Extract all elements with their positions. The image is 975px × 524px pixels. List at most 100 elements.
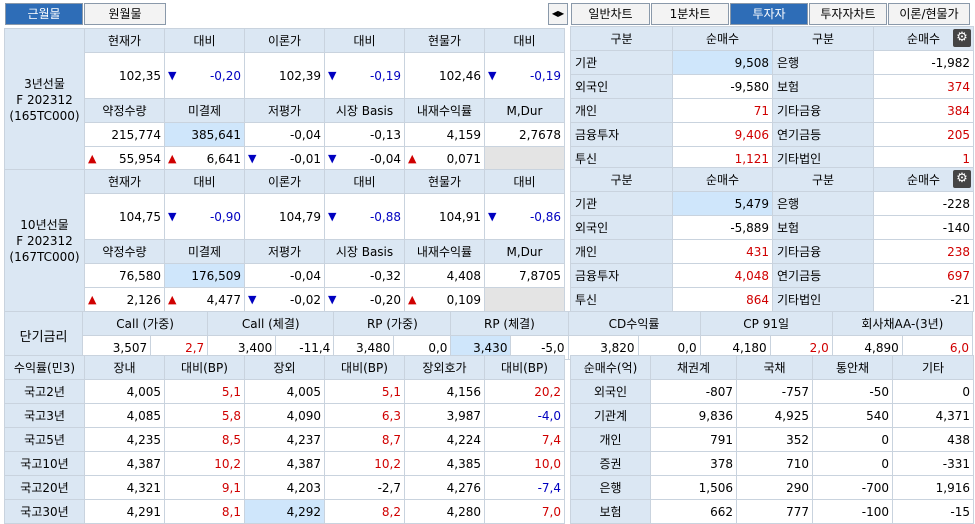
- table-cell: 국고2년: [4, 379, 85, 404]
- table-cell: -0,32: [324, 263, 405, 288]
- table-cell: RP (체결): [450, 311, 569, 336]
- table-cell: 4,090: [244, 403, 325, 428]
- table-cell: ▼ -0,20: [164, 52, 245, 99]
- tab-near-month[interactable]: 근월물: [5, 3, 83, 25]
- table-cell: -100: [812, 499, 893, 524]
- table-cell: 외국인: [570, 379, 651, 404]
- table-cell: 회사채AA-(3년): [831, 311, 974, 336]
- table-row[interactable]: 국고3년 4,085 5,8 4,090 6,3 3,987 -4,0: [4, 403, 565, 428]
- table-cell: 이론가: [244, 28, 325, 53]
- up-arrow-icon: ▲: [168, 151, 177, 165]
- table-cell: 4,291: [84, 499, 165, 524]
- table-row[interactable]: 국고10년 4,387 10,2 4,387 10,2 4,385 10,0: [4, 451, 565, 476]
- table-cell: 4,237: [244, 427, 325, 452]
- down-arrow-icon: ▼: [328, 292, 337, 306]
- table-cell: 금융투자: [570, 122, 673, 147]
- table-cell: CP 91일: [699, 311, 833, 336]
- table-row[interactable]: 국고2년 4,005 5,1 4,005 5,1 4,156 20,2: [4, 379, 565, 404]
- table-row[interactable]: 은행 1,506 290 -700 1,916: [570, 475, 974, 500]
- table-cell: 0: [812, 427, 893, 452]
- table-cell: -140: [873, 215, 974, 240]
- table-cell: 기타금융: [772, 239, 874, 264]
- table-cell: 대비: [324, 169, 405, 194]
- table-cell: ▲ 0,071: [404, 146, 485, 171]
- investor-table-10y: 구분 순매수 구분 순매수 ⚙ 기관 5,479 은행 -228 외국인 -5,889 보험 -1…: [570, 167, 974, 312]
- table-cell: 10,2: [324, 451, 405, 476]
- table-cell: 장외: [244, 355, 325, 380]
- yield-table: 수익률(민3) 장내 대비(BP) 장외 대비(BP) 장외호가 대비(BP) 국고2년 4,…: [4, 355, 565, 524]
- up-arrow-icon: ▲: [408, 292, 417, 306]
- down-arrow-icon: ▼: [168, 68, 177, 82]
- table-cell: 10,2: [164, 451, 245, 476]
- table-cell: 4,085: [84, 403, 165, 428]
- table-cell: 현물가: [404, 28, 485, 53]
- gear-icon[interactable]: ⚙: [953, 170, 971, 188]
- tab-1min-chart[interactable]: 1분차트: [651, 3, 729, 25]
- table-cell: 4,292: [244, 499, 325, 524]
- table-cell: 4,925: [736, 403, 813, 428]
- table-cell: -1,982: [873, 50, 974, 75]
- down-arrow-icon: ▼: [168, 209, 177, 223]
- table-cell: 국고30년: [4, 499, 85, 524]
- table-cell: 5,479: [672, 191, 773, 216]
- table-cell: 외국인: [570, 215, 673, 240]
- table-cell: -2,7: [324, 475, 405, 500]
- futures-10y-name: 10년선물 F 202312 (167TC000): [4, 169, 85, 312]
- table-row[interactable]: 국고30년 4,291 8,1 4,292 8,2 4,280 7,0: [4, 499, 565, 524]
- tab-theory-spot[interactable]: 이론/현물가: [888, 3, 970, 25]
- table-cell: 374: [873, 74, 974, 99]
- table-cell: 76,580: [84, 263, 165, 288]
- table-cell: 연기금등: [772, 122, 874, 147]
- table-cell: ▼ -0,86: [484, 193, 565, 240]
- table-cell: -0,13: [324, 122, 405, 147]
- table-cell: 내재수익률: [404, 98, 485, 123]
- table-row[interactable]: 국고5년 4,235 8,5 4,237 8,7 4,224 7,4: [4, 427, 565, 452]
- gear-icon[interactable]: ⚙: [953, 29, 971, 47]
- table-cell: 기타금융: [772, 98, 874, 123]
- table-row[interactable]: 개인 791 352 0 438: [570, 427, 974, 452]
- table-cell: 8,5: [164, 427, 245, 452]
- table-cell: 4,048: [672, 263, 773, 288]
- table-cell: ▲ 0,109: [404, 287, 485, 312]
- table-cell: 이론가: [244, 169, 325, 194]
- table-cell: 구분: [570, 26, 673, 51]
- table-cell: 662: [650, 499, 737, 524]
- table-row[interactable]: 보험 662 777 -100 -15: [570, 499, 974, 524]
- table-cell: ▼ -0,19: [324, 52, 405, 99]
- table-cell: 7,4: [484, 427, 565, 452]
- tab-general-chart[interactable]: 일반차트: [571, 3, 650, 25]
- table-cell: 5,8: [164, 403, 245, 428]
- table-cell: 20,2: [484, 379, 565, 404]
- down-arrow-icon: ▼: [248, 151, 257, 165]
- table-row[interactable]: 국고20년 4,321 9,1 4,203 -2,7 4,276 -7,4: [4, 475, 565, 500]
- table-cell: 기관: [570, 50, 673, 75]
- table-cell: 4,159: [404, 122, 485, 147]
- tab-investor[interactable]: 투자자: [730, 3, 808, 25]
- down-arrow-icon: ▼: [328, 209, 337, 223]
- table-cell: 9,1: [164, 475, 245, 500]
- table-cell: 은행: [772, 50, 874, 75]
- table-cell: 8,2: [324, 499, 405, 524]
- table-cell: -331: [892, 451, 974, 476]
- table-cell: ▲ 4,477: [164, 287, 245, 312]
- tab-investor-chart[interactable]: 투자자차트: [809, 3, 887, 25]
- futures-3y-table: 3년선물 F 202312 (165TC000) 현재가 대비 이론가 대비 현물가 대비 1…: [4, 28, 565, 171]
- table-cell: 대비(BP): [324, 355, 405, 380]
- table-cell: 378: [650, 451, 737, 476]
- table-cell: 보험: [570, 499, 651, 524]
- table-cell: 장외호가: [404, 355, 485, 380]
- table-row[interactable]: 증권 378 710 0 -331: [570, 451, 974, 476]
- table-cell: 시장 Basis: [324, 239, 405, 264]
- table-cell: [484, 287, 565, 312]
- table-row[interactable]: 외국인 -807 -757 -50 0: [570, 379, 974, 404]
- up-arrow-icon: ▲: [408, 151, 417, 165]
- table-cell: -50: [812, 379, 893, 404]
- table-cell: 0: [812, 451, 893, 476]
- panel-toggle-icon[interactable]: ◀▶: [548, 3, 568, 25]
- table-cell: 777: [736, 499, 813, 524]
- table-cell: 2,7678: [484, 122, 565, 147]
- table-row[interactable]: 기관계 9,836 4,925 540 4,371: [570, 403, 974, 428]
- table-cell: 4,321: [84, 475, 165, 500]
- tab-far-month[interactable]: 원월물: [84, 3, 166, 25]
- table-cell: -757: [736, 379, 813, 404]
